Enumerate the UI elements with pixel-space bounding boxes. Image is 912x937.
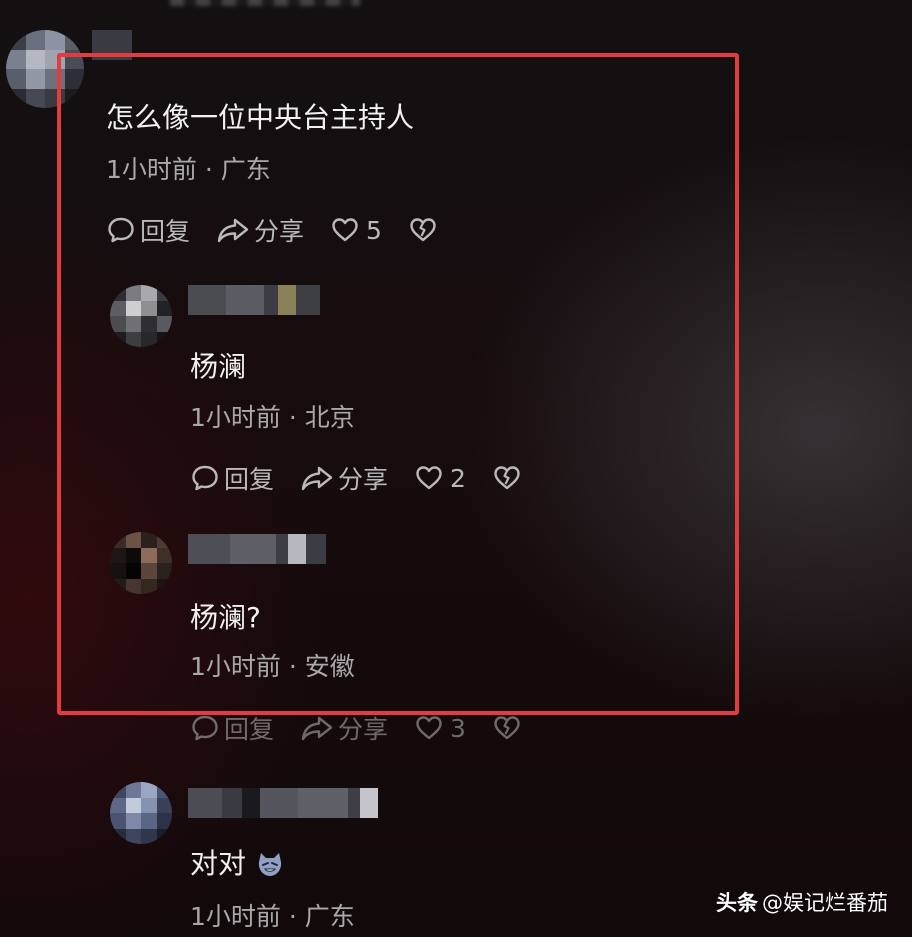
heart-icon	[416, 716, 442, 740]
laughing-emoji-icon	[258, 853, 282, 876]
watermark-platform: 头条	[716, 891, 758, 915]
highlight-box	[57, 53, 739, 715]
share-arrow-icon	[301, 716, 333, 741]
watermark-account: @娱记烂番茄	[762, 891, 888, 915]
share-button[interactable]: 分享	[300, 710, 388, 746]
broken-heart-icon	[494, 716, 520, 740]
reply-meta: 1小时前 · 广东	[190, 902, 355, 931]
previous-comment-blurred-text	[170, 0, 360, 6]
reply-button[interactable]: 回复	[190, 710, 274, 746]
reply-text: 对对	[190, 842, 285, 882]
reply-actions: 回复 分享 3	[190, 710, 552, 746]
reply-text-content: 对对	[190, 847, 247, 880]
username-blurred[interactable]	[188, 788, 378, 818]
avatar[interactable]	[110, 782, 172, 844]
like-button[interactable]: 3	[414, 713, 466, 743]
like-count: 3	[450, 713, 466, 743]
dislike-button[interactable]	[492, 713, 526, 743]
share-label: 分享	[338, 715, 389, 744]
reply-bubble-icon	[192, 715, 218, 741]
reply-label: 回复	[224, 715, 275, 744]
watermark: 头条 @娱记烂番茄	[716, 887, 888, 917]
